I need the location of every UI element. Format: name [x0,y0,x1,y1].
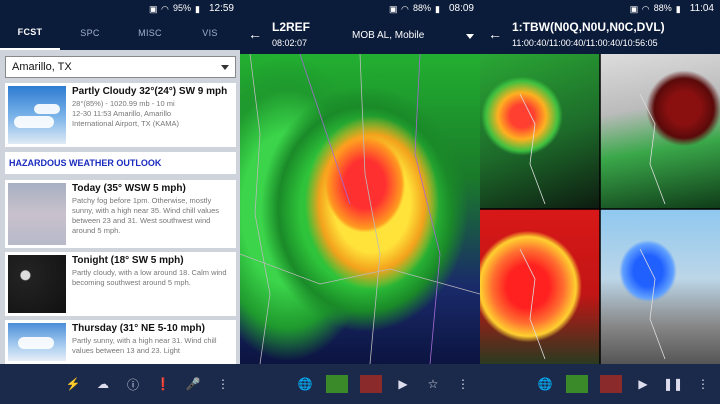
bottom-toolbar: ⚡ ☁ ⓘ ❗ 🎤 ⋮ [0,364,240,404]
play-icon[interactable]: ▶ [634,375,652,393]
forecast-panel: ▣ ◠ 95% ▮ 12:59 FCST SPC MISC VIS Amaril… [0,0,240,404]
radar-map[interactable] [240,54,480,364]
back-arrow-icon[interactable]: ← [248,26,262,42]
quad-radar-view[interactable] [480,54,720,364]
forecast-title: Tonight (18° SW 5 mph) [72,255,184,266]
overflow-menu-icon[interactable]: ⋮ [454,375,472,393]
partly-cloudy-image [8,86,66,144]
radar-panel: ▣ ◠ 88% ▮ 08:09 ← L2REF 08:02:07 MOB AL,… [240,0,480,404]
back-arrow-icon[interactable]: ← [488,26,502,42]
microphone-icon[interactable]: 🎤 [184,375,202,393]
location-value: Amarillo, TX [12,61,72,73]
overflow-menu-icon[interactable]: ⋮ [694,375,712,393]
lightning-icon[interactable]: ⚡ [64,375,82,393]
scan-times: 11:00:40/11:00:40/11:00:40/10:56:05 [512,38,658,48]
bottom-toolbar: 🌐 ▶ ☆ ⋮ [240,364,480,404]
tab-vis[interactable]: VIS [180,16,240,50]
dropdown-caret-icon[interactable] [466,34,474,39]
radar-site-select[interactable]: MOB AL, Mobile [352,30,424,41]
current-conditions-card[interactable]: Partly Cloudy 32°(24°) SW 9 mph 28°(85%)… [5,83,236,147]
tab-bar: FCST SPC MISC VIS [0,16,240,50]
pause-icon[interactable]: ❚❚ [663,375,683,393]
product-title: L2REF [272,20,311,34]
forecast-text: Partly cloudy, with a low around 18. Cal… [72,268,227,287]
clock: 08:09 [448,2,474,14]
notification-icon: ▣ [629,4,639,14]
wifi-icon: ◠ [160,4,169,14]
current-line-1: 28°(85%) - 1020.99 mb - 10 mi [72,99,175,108]
forecast-text: Partly sunny, with a high near 31. Wind … [72,336,217,355]
night-partly-cloudy-image [8,255,66,313]
info-icon[interactable]: ⓘ [124,375,142,393]
forecast-title: Thursday (31° NE 5-10 mph) [72,323,205,334]
scan-time: 08:02:07 [272,38,308,48]
radar-thumb-icon[interactable] [326,375,348,393]
status-bar: ▣ ◠ 95% ▮ 12:59 [0,0,240,16]
forecast-title: Today (35° WSW 5 mph) [72,183,186,194]
wifi-icon: ◠ [641,4,650,14]
forecast-text: Patchy fog before 1pm. Otherwise, mostly… [72,196,220,235]
hazardous-outlook-link[interactable]: HAZARDOUS WEATHER OUTLOOK [5,152,236,174]
forecast-item[interactable]: Thursday (31° NE 5-10 mph) Partly sunny,… [5,320,236,364]
battery-level: 88% [412,3,431,13]
alert-icon[interactable]: ❗ [154,375,172,393]
clock: 11:04 [689,2,714,14]
tab-fcst[interactable]: FCST [0,16,60,50]
battery-level: 88% [653,3,672,13]
dropdown-caret-icon [221,65,229,70]
partly-sunny-image [8,323,66,361]
location-select[interactable]: Amarillo, TX [5,56,236,78]
layer-thumb-icon[interactable] [600,375,622,393]
battery-level: 95% [172,3,191,13]
play-icon[interactable]: ▶ [394,375,412,393]
multi-radar-panel: ▣ ◠ 88% ▮ 11:04 ← 1:TBW(N0Q,N0U,N0C,DVL)… [480,0,720,404]
product-title: 1:TBW(N0Q,N0U,N0C,DVL) [512,20,665,34]
bottom-toolbar: 🌐 ▶ ❚❚ ⋮ [480,364,720,404]
clock: 12:59 [208,2,234,14]
cloud-icon[interactable]: ☁ [94,375,112,393]
status-bar: ▣ ◠ 88% ▮ 08:09 [240,0,480,16]
notification-icon: ▣ [388,4,398,14]
layer-thumb-icon[interactable] [360,375,382,393]
current-line-2: 12-30 11:53 Amarillo, Amarillo [72,109,172,118]
current-title: Partly Cloudy 32°(24°) SW 9 mph [72,86,228,97]
globe-icon[interactable]: 🌐 [296,375,314,393]
current-details: 28°(85%) - 1020.99 mb - 10 mi 12-30 11:5… [72,99,233,129]
status-bar: ▣ ◠ 88% ▮ 11:04 [480,0,720,16]
battery-icon: ▮ [434,4,440,14]
star-icon[interactable]: ☆ [424,375,442,393]
coastline-overlay [480,54,720,364]
fog-image [8,183,66,245]
map-boundaries [240,54,480,364]
tab-misc[interactable]: MISC [120,16,180,50]
forecast-item[interactable]: Tonight (18° SW 5 mph) Partly cloudy, wi… [5,252,236,316]
current-line-3: International Airport, TX (KAMA) [72,119,179,128]
battery-icon: ▮ [194,4,200,14]
wifi-icon: ◠ [400,4,409,14]
radar-thumb-icon[interactable] [566,375,588,393]
radar-header: ← 1:TBW(N0Q,N0U,N0C,DVL) 11:00:40/11:00:… [480,16,720,54]
overflow-menu-icon[interactable]: ⋮ [214,375,232,393]
radar-header: ← L2REF 08:02:07 MOB AL, Mobile [240,16,480,54]
tab-spc[interactable]: SPC [60,16,120,50]
battery-icon: ▮ [675,4,681,14]
notification-icon: ▣ [148,4,158,14]
globe-icon[interactable]: 🌐 [536,375,554,393]
forecast-item[interactable]: Today (35° WSW 5 mph) Patchy fog before … [5,180,236,248]
